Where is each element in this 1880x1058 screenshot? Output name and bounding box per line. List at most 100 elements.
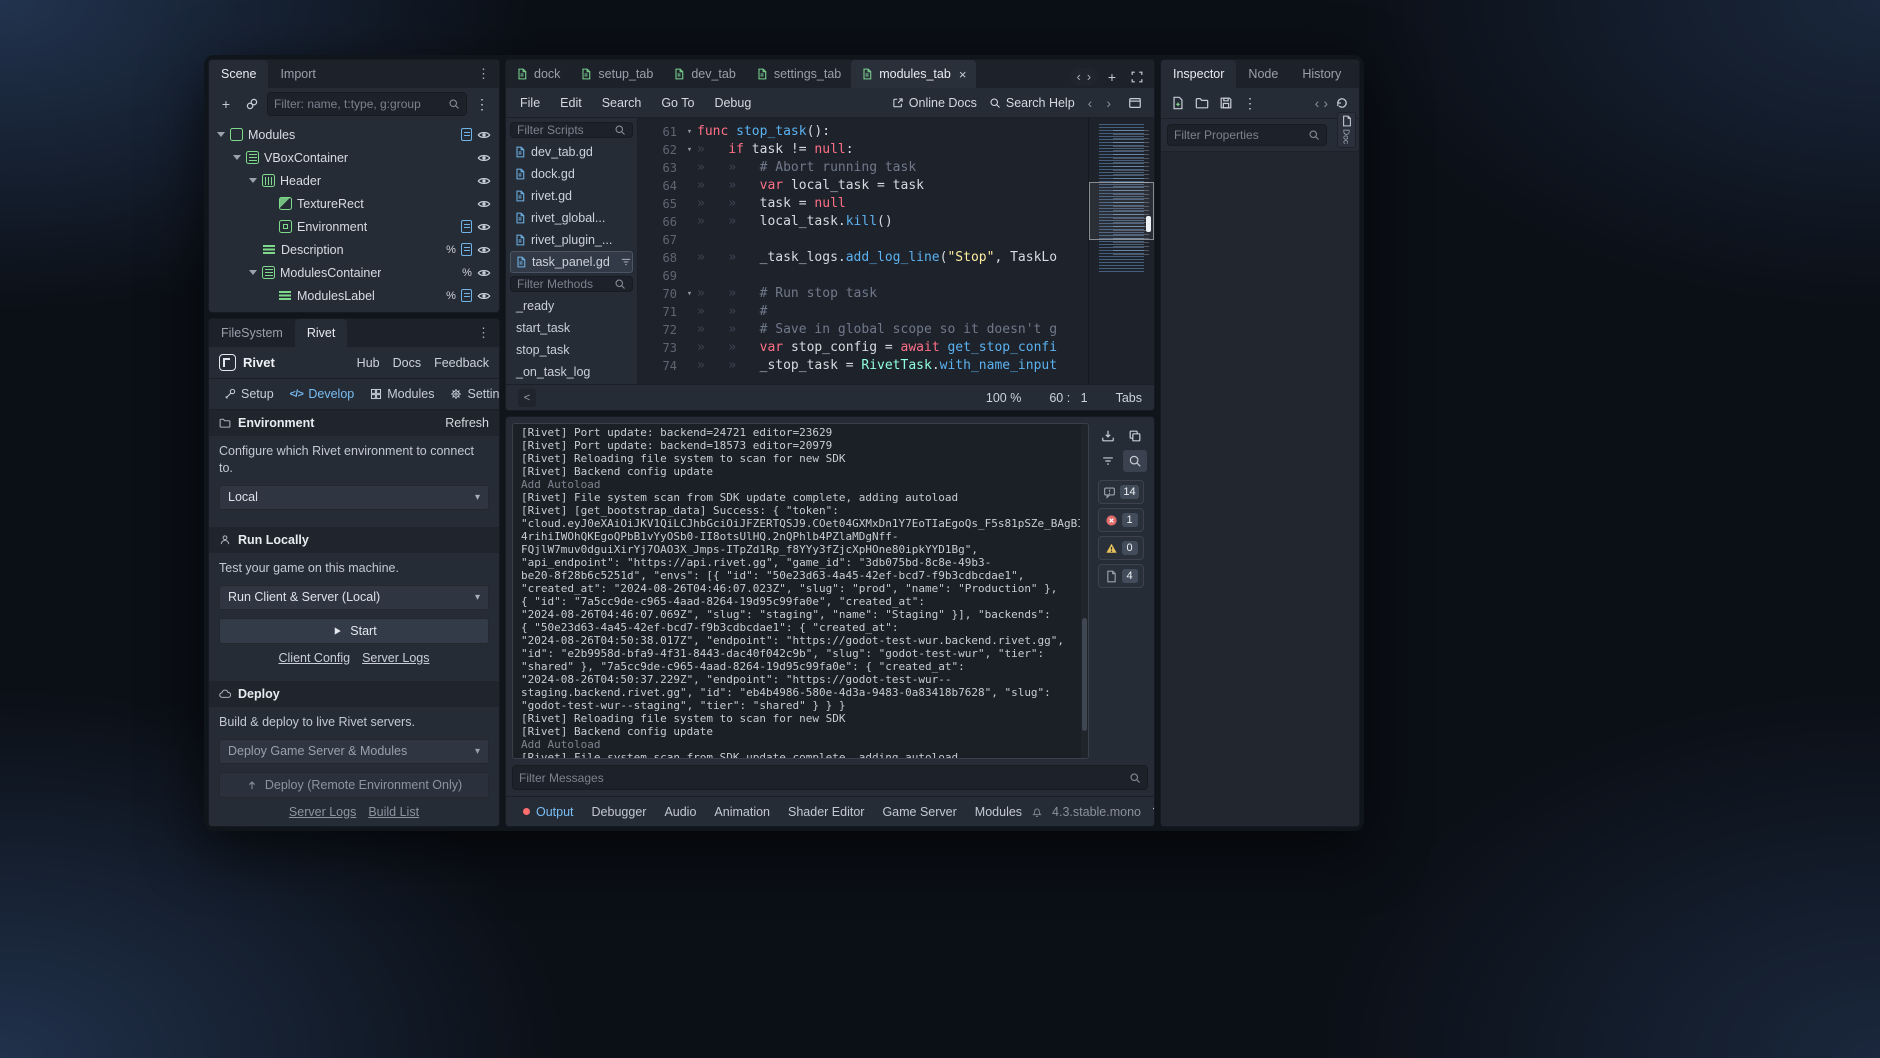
script-tab-dock[interactable]: dock xyxy=(506,60,570,88)
new-script-button[interactable]: + xyxy=(1101,66,1123,88)
search-log-button[interactable] xyxy=(1123,450,1147,472)
inspector-forward-icon[interactable]: › xyxy=(1322,95,1329,111)
filter-properties-field[interactable] xyxy=(1167,124,1327,146)
scene-tree-row-header[interactable]: Header xyxy=(213,169,495,192)
bottom-tab-debugger[interactable]: Debugger xyxy=(583,801,656,823)
environment-dropdown[interactable]: Local ▾ xyxy=(219,485,489,510)
rivet-nav-modules[interactable]: Modules xyxy=(363,383,441,405)
filter-properties-input[interactable] xyxy=(1174,128,1304,142)
visibility-eye-icon[interactable] xyxy=(477,266,491,280)
filter-messages-input[interactable] xyxy=(519,771,1125,785)
output-log[interactable]: [Rivet] Port update: backend=24721 edito… xyxy=(512,423,1089,759)
menu-edit[interactable]: Edit xyxy=(550,92,592,114)
zoom-level[interactable]: 100 % xyxy=(986,391,1021,405)
script-tab-setup-tab[interactable]: setup_tab xyxy=(570,60,663,88)
new-resource-button[interactable] xyxy=(1167,92,1189,114)
inspector-menu-icon[interactable]: ⋮ xyxy=(1353,60,1360,88)
collapse-arrow-icon[interactable] xyxy=(233,155,241,160)
scene-dock-menu-icon[interactable]: ⋮ xyxy=(468,60,499,88)
visibility-eye-icon[interactable] xyxy=(477,220,491,234)
deploy-button[interactable]: Deploy (Remote Environment Only) xyxy=(219,772,489,798)
filter-messages-field[interactable] xyxy=(512,765,1148,790)
distraction-free-button[interactable] xyxy=(1126,66,1148,88)
search-help-button[interactable]: Search Help xyxy=(989,96,1075,110)
menu-go-to[interactable]: Go To xyxy=(651,92,704,114)
scene-tree-row-modules[interactable]: Modules xyxy=(213,123,495,146)
history-forward-icon[interactable]: › xyxy=(1105,95,1112,111)
script-item-task-panel-gd[interactable]: task_panel.gd xyxy=(510,251,633,273)
method-item-on-task-log[interactable]: _on_task_log xyxy=(510,361,633,383)
h-scrollbar-left-icon[interactable]: < xyxy=(518,389,536,407)
method-item-start-task[interactable]: start_task xyxy=(510,317,633,339)
tab-history[interactable]: History xyxy=(1290,60,1353,88)
tab-node[interactable]: Node xyxy=(1236,60,1290,88)
tab-scroll-left-icon[interactable]: ‹ xyxy=(1077,70,1081,84)
tab-filesystem[interactable]: FileSystem xyxy=(209,319,295,347)
method-item-stop-task[interactable]: stop_task xyxy=(510,339,633,361)
tab-scroll-right-icon[interactable]: › xyxy=(1087,70,1091,84)
script-item-rivet-global[interactable]: rivet_global... xyxy=(510,207,633,229)
rivet-link-docs[interactable]: Docs xyxy=(393,356,421,370)
menu-search[interactable]: Search xyxy=(592,92,652,114)
filter-methods-field[interactable] xyxy=(510,276,633,292)
add-node-button[interactable]: + xyxy=(215,93,237,115)
instance-scene-button[interactable] xyxy=(241,93,263,115)
bottom-tab-game-server[interactable]: Game Server xyxy=(873,801,965,823)
history-back-icon[interactable]: ‹ xyxy=(1087,95,1094,111)
code-minimap[interactable] xyxy=(1088,118,1154,384)
link-client-config[interactable]: Client Config xyxy=(279,651,351,665)
fold-arrow-icon[interactable]: ▾ xyxy=(682,141,697,159)
docs-side-tab[interactable]: Doc xyxy=(1337,112,1356,148)
notification-bell-icon[interactable] xyxy=(1031,806,1043,818)
script-tab-settings-tab[interactable]: settings_tab xyxy=(746,60,851,88)
script-item-rivet-gd[interactable]: rivet.gd xyxy=(510,185,633,207)
save-resource-button[interactable] xyxy=(1215,92,1237,114)
close-tab-icon[interactable]: × xyxy=(959,67,967,82)
scene-tree-row-moduleslabel[interactable]: ModulesLabel% xyxy=(213,284,495,307)
link-server-logs[interactable]: Server Logs xyxy=(362,651,429,665)
visibility-eye-icon[interactable] xyxy=(477,243,491,257)
run-mode-dropdown[interactable]: Run Client & Server (Local) ▾ xyxy=(219,585,489,610)
scene-tree-row-modulescontainer[interactable]: ModulesContainer% xyxy=(213,261,495,284)
collapse-duplicates-button[interactable] xyxy=(1096,450,1120,472)
scene-tree-row-texturerect[interactable]: TextureRect xyxy=(213,192,495,215)
bottom-tab-modules[interactable]: Modules xyxy=(966,801,1031,823)
script-icon[interactable] xyxy=(461,243,472,256)
scene-tree-menu-icon[interactable]: ⋮ xyxy=(471,93,493,115)
rivet-link-hub[interactable]: Hub xyxy=(357,356,380,370)
menu-debug[interactable]: Debug xyxy=(704,92,761,114)
object-history-button[interactable] xyxy=(1331,92,1353,114)
link-server-logs[interactable]: Server Logs xyxy=(289,805,356,819)
visibility-eye-icon[interactable] xyxy=(477,289,491,303)
dock-menu-icon[interactable]: ⋮ xyxy=(468,319,499,347)
menu-file[interactable]: File xyxy=(510,92,550,114)
bottom-tab-shader-editor[interactable]: Shader Editor xyxy=(779,801,873,823)
deploy-mode-dropdown[interactable]: Deploy Game Server & Modules ▾ xyxy=(219,739,489,764)
log-scrollbar-thumb[interactable] xyxy=(1082,618,1087,732)
script-tab-modules-tab[interactable]: modules_tab× xyxy=(851,60,976,88)
filter-scripts-field[interactable] xyxy=(510,122,633,138)
expand-bottom-panel-icon[interactable] xyxy=(1150,805,1155,819)
scene-tree-row-environment[interactable]: Environment xyxy=(213,215,495,238)
tab-rivet[interactable]: Rivet xyxy=(295,319,347,347)
script-item-rivet-plugin[interactable]: rivet_plugin_... xyxy=(510,229,633,251)
unique-name-icon[interactable]: % xyxy=(446,290,456,302)
code-editor[interactable]: 61▾func stop_task():62▾» if task != null… xyxy=(638,118,1088,384)
script-icon[interactable] xyxy=(461,289,472,302)
unique-name-icon[interactable]: % xyxy=(462,267,472,279)
script-icon[interactable] xyxy=(461,220,472,233)
float-script-editor-button[interactable] xyxy=(1124,92,1146,114)
collapse-arrow-icon[interactable] xyxy=(249,270,257,275)
minimap-viewport[interactable] xyxy=(1089,182,1154,241)
collapse-arrow-icon[interactable] xyxy=(217,132,225,137)
tab-inspector[interactable]: Inspector xyxy=(1161,60,1236,88)
fold-arrow-icon[interactable]: ▾ xyxy=(682,123,697,141)
fold-arrow-icon[interactable]: ▾ xyxy=(682,285,697,303)
log-scrollbar[interactable] xyxy=(1081,424,1088,758)
method-item-ready[interactable]: _ready xyxy=(510,295,633,317)
filter-methods-input[interactable] xyxy=(517,277,610,291)
save-log-button[interactable] xyxy=(1096,425,1120,447)
refresh-button[interactable]: Refresh xyxy=(445,416,489,430)
bottom-tab-output[interactable]: Output xyxy=(514,801,583,823)
scene-filter-field[interactable] xyxy=(267,92,467,116)
